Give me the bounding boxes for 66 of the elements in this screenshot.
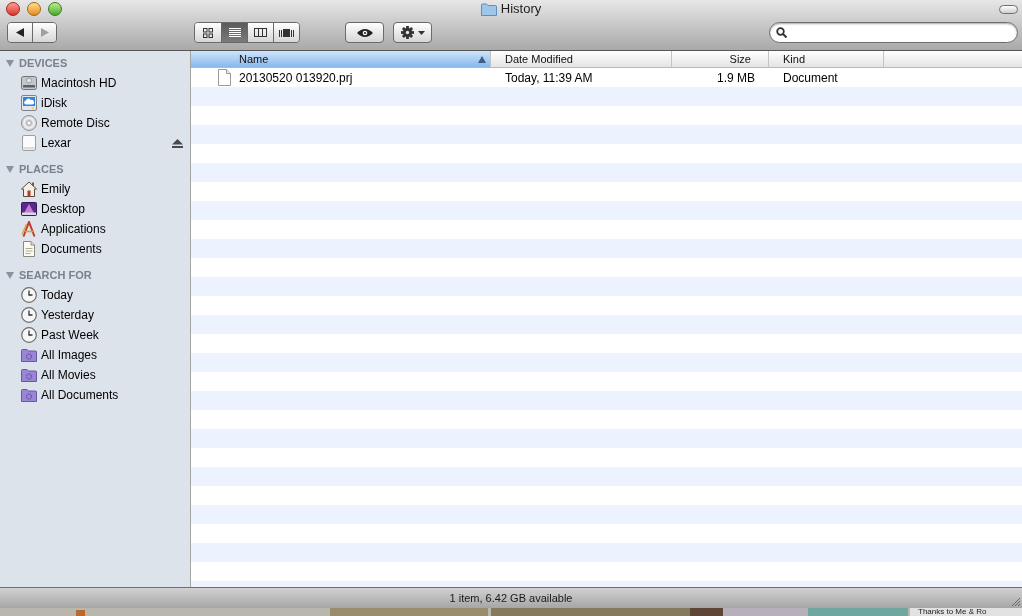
applications-icon xyxy=(21,221,37,237)
clock-icon xyxy=(21,287,37,303)
section-title: PLACES xyxy=(19,161,64,177)
window-title: History xyxy=(500,1,542,17)
file-kind: Document xyxy=(783,69,838,87)
sidebar-item[interactable]: Desktop xyxy=(0,199,190,219)
icon-view-button[interactable] xyxy=(195,23,221,42)
column-header[interactable]: Size xyxy=(672,51,769,67)
caret-icon xyxy=(417,30,425,35)
sidebar-item[interactable]: Past Week xyxy=(0,325,190,345)
smart-folder-icon xyxy=(21,367,37,383)
sidebar-item[interactable]: Remote Disc xyxy=(0,113,190,133)
eye-icon xyxy=(356,28,373,37)
cover-flow-button[interactable] xyxy=(273,23,299,42)
column-view-button[interactable] xyxy=(247,23,273,42)
gear-icon xyxy=(400,26,414,39)
section-title: DEVICES xyxy=(19,55,68,71)
sidebar-item[interactable]: All Images xyxy=(0,345,190,365)
file-size: 1.9 MB xyxy=(717,69,755,87)
column-header[interactable]: Date Modified xyxy=(491,51,672,67)
column-header[interactable]: Name xyxy=(191,51,491,67)
modified-date: Today, 11:39 AM xyxy=(505,69,593,87)
cover-flow-icon xyxy=(279,28,294,37)
sidebar-item[interactable]: Today xyxy=(0,285,190,305)
toolbar-toggle-button[interactable] xyxy=(999,4,1018,14)
column-header[interactable]: Kind xyxy=(769,51,884,67)
clock-icon xyxy=(21,327,37,343)
quick-look-button[interactable] xyxy=(345,22,384,43)
back-button[interactable] xyxy=(8,23,32,42)
documents-icon xyxy=(21,241,37,257)
sidebar-item[interactable]: Yesterday xyxy=(0,305,190,325)
section-title: SEARCH FOR xyxy=(19,267,92,283)
zoom-button[interactable] xyxy=(48,2,62,16)
columns-icon xyxy=(254,28,267,37)
house-icon xyxy=(21,181,37,197)
sidebar-item[interactable]: Macintosh HD xyxy=(0,73,190,93)
document-icon xyxy=(218,69,231,86)
sidebar-item[interactable]: iDisk xyxy=(0,93,190,113)
sidebar-item[interactable]: Applications xyxy=(0,219,190,239)
clock-icon xyxy=(21,307,37,323)
drive-icon xyxy=(21,135,37,151)
smart-folder-icon xyxy=(21,347,37,363)
desktop-item-icon xyxy=(76,610,85,616)
file-name: 20130520 013920.prj xyxy=(239,69,353,87)
close-button[interactable] xyxy=(6,2,20,16)
list-view-button[interactable] xyxy=(221,23,247,42)
sidebar-item[interactable]: All Movies xyxy=(0,365,190,385)
minimize-button[interactable] xyxy=(27,2,41,16)
status-text: 1 item, 6.42 GB available xyxy=(449,590,573,606)
desktop-icon xyxy=(21,201,37,217)
sidebar-item[interactable]: Lexar xyxy=(0,133,190,153)
search-icon xyxy=(776,27,787,38)
disc-icon xyxy=(21,115,37,131)
sidebar-item[interactable]: Documents xyxy=(0,239,190,259)
forward-arrow-icon xyxy=(40,28,49,37)
action-menu-button[interactable] xyxy=(393,22,432,43)
hard-drive-icon xyxy=(21,75,37,91)
sidebar-item[interactable]: All Documents xyxy=(0,385,190,405)
search-field[interactable] xyxy=(769,22,1018,43)
folder-icon xyxy=(480,2,497,16)
list-icon xyxy=(228,28,241,37)
smart-folder-icon xyxy=(21,387,37,403)
desktop-label: Thanks to Me & Ro xyxy=(918,608,987,616)
icon-grid-icon xyxy=(203,27,213,38)
sidebar-item[interactable]: Emily xyxy=(0,179,190,199)
back-arrow-icon xyxy=(16,28,24,37)
